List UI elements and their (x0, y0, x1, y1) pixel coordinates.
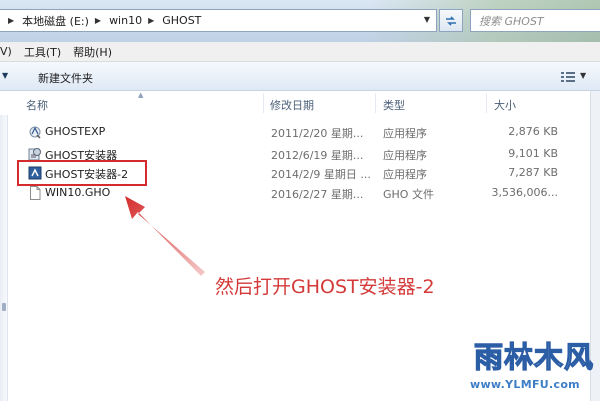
breadcrumb-arrow[interactable]: ▶ (146, 16, 158, 25)
watermark-title: 雨林木风 (473, 339, 595, 374)
address-dropdown-icon[interactable]: ▼ (424, 15, 430, 24)
breadcrumb-win10[interactable]: win10 (105, 10, 146, 31)
watermark-url: www.YLMFU.com (470, 378, 580, 391)
breadcrumb-drive[interactable]: 本地磁盘 (E:) (18, 10, 93, 31)
breadcrumb-root-arrow[interactable]: ▶ (2, 16, 18, 25)
address-bar[interactable]: ▶ 本地磁盘 (E:) ▶ win10 ▶ GHOST ▼ (0, 9, 437, 32)
search-input[interactable]: 搜索 GHOST (470, 9, 600, 32)
watermark-logo: 雨林木风 www.YLMFU.com (464, 326, 600, 401)
breadcrumb-ghost[interactable]: GHOST (158, 10, 205, 31)
refresh-icon (446, 15, 456, 26)
instruction-caption: 然后打开GHOST安装器-2 (215, 276, 435, 298)
breadcrumb-arrow[interactable]: ▶ (93, 16, 105, 25)
refresh-button[interactable] (439, 9, 463, 32)
